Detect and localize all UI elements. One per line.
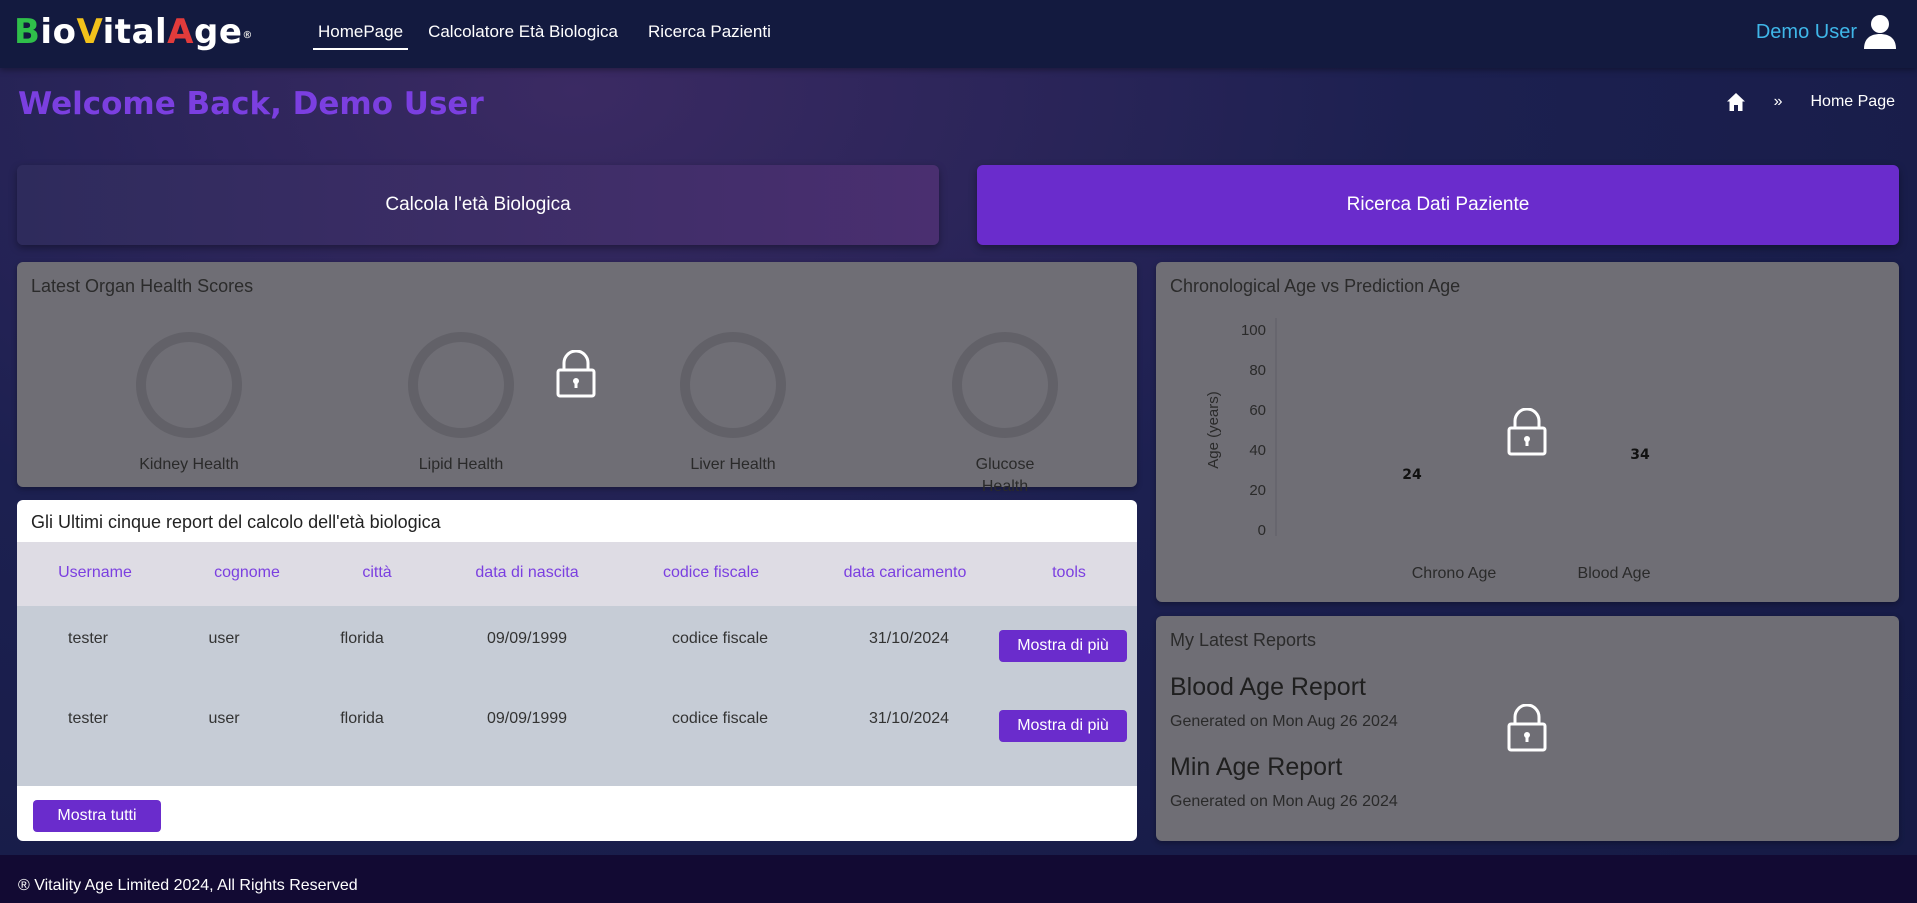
report-name[interactable]: Min Age Report — [1170, 753, 1342, 782]
report-date: Generated on Mon Aug 26 2024 — [1170, 793, 1398, 810]
organ-label: Lipid Health — [418, 456, 504, 473]
logo-part: io — [40, 12, 77, 52]
breadcrumb-separator: » — [1773, 93, 1783, 110]
table-row: tester user florida 09/09/1999 codice fi… — [17, 686, 1137, 766]
column-header[interactable]: cognome — [214, 564, 280, 582]
cell-citta: florida — [340, 710, 384, 727]
data-label: 34 — [1630, 447, 1650, 463]
organ-label: Liver Health — [690, 456, 776, 473]
latest-reports-card: My Latest Reports Blood Age Report Gener… — [1156, 616, 1899, 841]
column-header[interactable]: data di nascita — [475, 564, 578, 582]
footer-copyright: ® Vitality Age Limited 2024, All Rights … — [18, 877, 358, 894]
data-label: 24 — [1402, 467, 1422, 483]
reports-table-card: Gli Ultimi cinque report del calcolo del… — [17, 500, 1137, 841]
user-menu[interactable]: Demo User — [1756, 14, 1897, 50]
cell-cognome: user — [208, 710, 240, 727]
logo-part: V — [76, 12, 103, 52]
y-tick-label: 100 — [1241, 322, 1266, 339]
organ-lipid: Lipid Health — [381, 332, 541, 476]
mostra-di-piu-button[interactable]: Mostra di più — [999, 630, 1127, 662]
breadcrumb-current: Home Page — [1810, 93, 1896, 110]
y-tick-label: 80 — [1249, 362, 1266, 379]
breadcrumb: » Home Page — [1726, 92, 1895, 112]
logo-part: A — [167, 12, 194, 52]
x-tick-label: Blood Age — [1578, 565, 1651, 582]
logo-part: B — [14, 12, 41, 52]
cell-username: tester — [67, 710, 109, 727]
cell-caricamento: 31/10/2024 — [868, 710, 950, 727]
column-header[interactable]: città — [362, 564, 391, 582]
brand-logo[interactable]: BioVitalAge® — [14, 12, 253, 52]
main-nav: HomePage Calcolatore Età Biologica Ricer… — [313, 0, 801, 68]
registered-mark: ® — [242, 30, 253, 41]
top-navbar: BioVitalAge® HomePage Calcolatore Età Bi… — [0, 0, 1917, 68]
report-date: Generated on Mon Aug 26 2024 — [1170, 713, 1398, 730]
nav-item-homepage[interactable]: HomePage — [313, 0, 409, 50]
y-tick-label: 60 — [1249, 402, 1266, 419]
table-title: Gli Ultimi cinque report del calcolo del… — [31, 512, 441, 532]
nav-item-ricerca-pazienti[interactable]: Ricerca Pazienti — [648, 0, 771, 50]
cell-cognome: user — [208, 630, 240, 647]
table-body: tester user florida 09/09/1999 codice fi… — [17, 606, 1137, 786]
organ-label: Glucose Health — [975, 456, 1035, 495]
age-chart-card: Chronological Age vs Prediction Age 0 20 4… — [1156, 262, 1899, 602]
home-icon[interactable] — [1726, 92, 1746, 112]
cell-caricamento: 31/10/2024 — [868, 630, 950, 647]
logo-part: ge — [194, 12, 243, 52]
nav-item-calcolatore[interactable]: Calcolatore Età Biologica — [428, 0, 618, 50]
lock-icon — [556, 350, 596, 398]
cell-username: tester — [67, 630, 109, 647]
cell-nascita: 09/09/1999 — [486, 710, 568, 727]
ricerca-dati-paziente-button[interactable]: Ricerca Dati Paziente — [977, 165, 1899, 245]
y-axis-label: Age (years) — [1205, 391, 1222, 469]
y-tick-label: 20 — [1249, 482, 1266, 499]
user-name: Demo User — [1755, 20, 1857, 43]
y-tick-label: 40 — [1249, 442, 1266, 459]
latest-reports-title: My Latest Reports — [1170, 630, 1317, 650]
mostra-tutti-button[interactable]: Mostra tutti — [33, 800, 161, 832]
column-header[interactable]: data caricamento — [844, 564, 967, 582]
column-header[interactable]: Username — [58, 564, 132, 582]
organ-score-ring — [408, 332, 514, 438]
user-avatar-icon — [1864, 15, 1896, 49]
report-name[interactable]: Blood Age Report — [1170, 673, 1366, 702]
organ-card-title: Latest Organ Health Scores — [31, 276, 254, 296]
organ-label: Kidney Health — [139, 456, 239, 473]
organ-score-ring — [680, 332, 786, 438]
organ-score-ring — [136, 332, 242, 438]
x-tick-label: Chrono Age — [1412, 565, 1497, 582]
organ-health-card: Latest Organ Health Scores Kidney Health… — [17, 262, 1137, 495]
lock-icon — [1507, 408, 1547, 456]
cell-nascita: 09/09/1999 — [486, 630, 568, 647]
cell-codice-fiscale: codice fiscale — [671, 630, 769, 647]
cell-codice-fiscale: codice fiscale — [671, 710, 769, 727]
organ-score-ring — [952, 332, 1058, 438]
lock-icon — [1507, 704, 1547, 752]
logo-part: ital — [102, 12, 168, 52]
table-header: Username cognome città data di nascita c… — [17, 542, 1137, 606]
calcola-eta-button[interactable]: Calcola l'età Biologica — [17, 165, 939, 245]
y-tick-label: 0 — [1258, 522, 1266, 539]
footer: ® Vitality Age Limited 2024, All Rights … — [0, 855, 1917, 903]
mostra-di-piu-button[interactable]: Mostra di più — [999, 710, 1127, 742]
table-row: tester user florida 09/09/1999 codice fi… — [17, 606, 1137, 686]
organ-liver: Liver Health — [653, 332, 813, 476]
page-title: Welcome Back, Demo User — [18, 86, 484, 122]
column-header[interactable]: codice fiscale — [663, 564, 759, 582]
organ-glucose: Glucose Health — [925, 332, 1085, 498]
organ-kidney: Kidney Health — [109, 332, 269, 476]
column-header: tools — [1052, 564, 1086, 581]
cell-citta: florida — [340, 630, 384, 647]
